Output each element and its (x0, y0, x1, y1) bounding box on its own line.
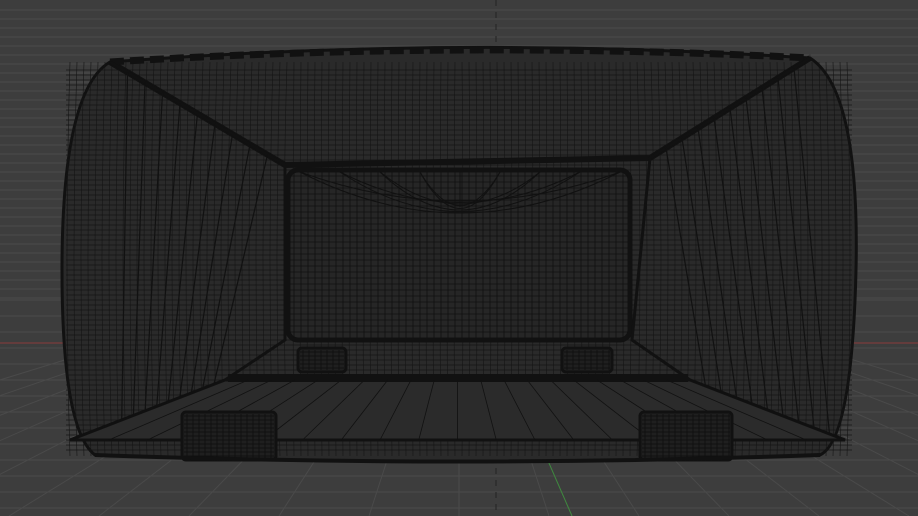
wireframe-box-mesh[interactable] (60, 45, 858, 464)
3d-viewport[interactable] (0, 0, 918, 516)
viewport-canvas[interactable] (0, 0, 918, 516)
inner-back-panel (285, 167, 633, 343)
